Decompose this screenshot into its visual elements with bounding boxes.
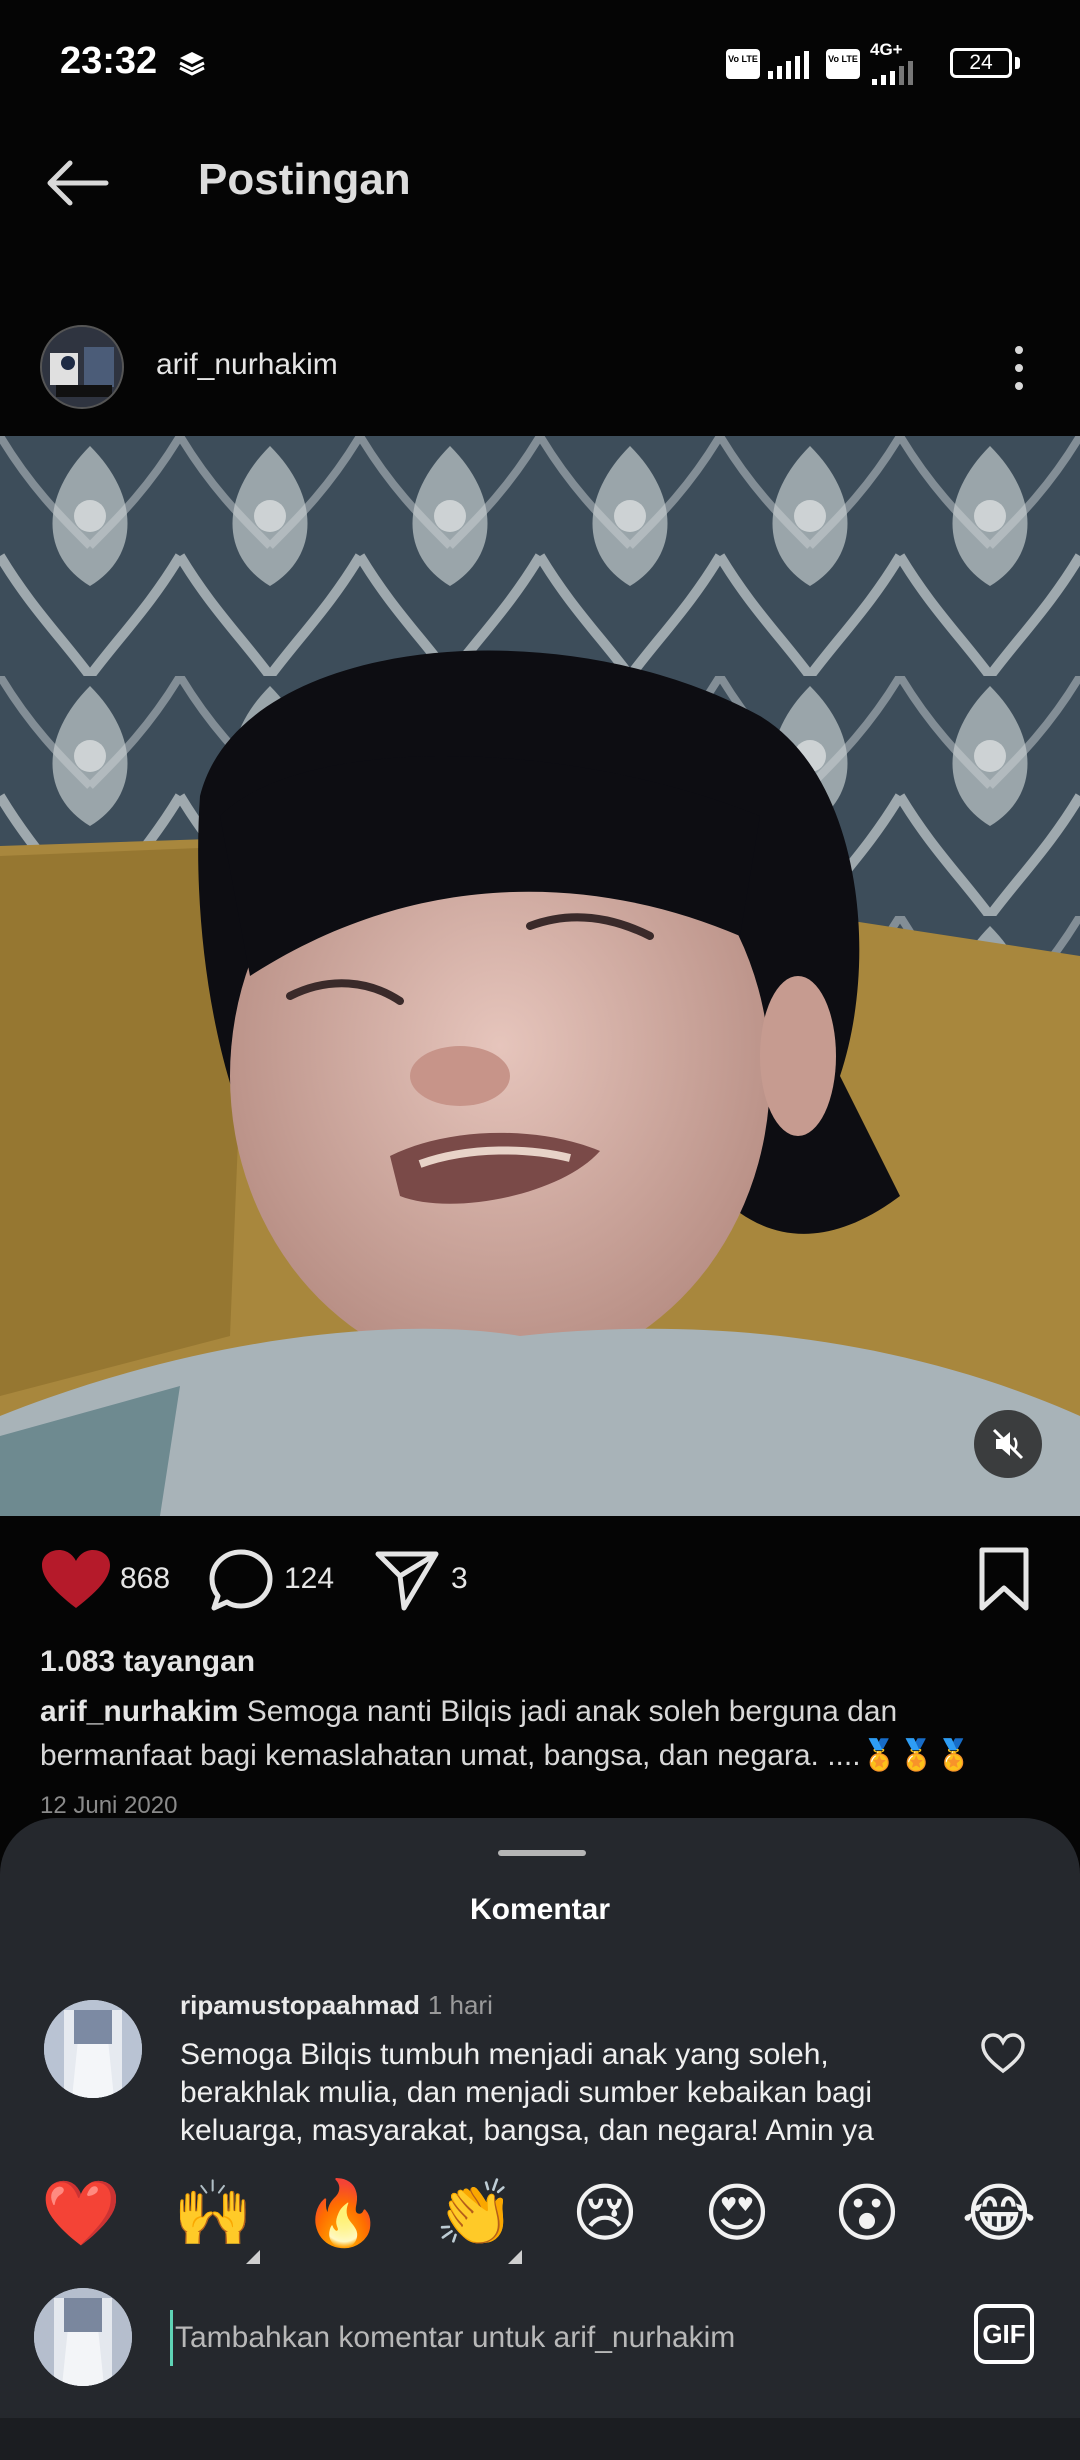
emoji-heart-eyes[interactable]: 😍 bbox=[692, 2168, 782, 2258]
author-avatar[interactable] bbox=[40, 325, 124, 409]
heart-outline-icon[interactable] bbox=[980, 2032, 1026, 2074]
gif-button[interactable]: GIF bbox=[974, 2304, 1034, 2364]
page-title: Postingan bbox=[198, 155, 411, 204]
comments-count[interactable]: 124 bbox=[284, 1562, 334, 1596]
emoji-fire[interactable]: 🔥 bbox=[298, 2168, 388, 2258]
system-navigation-bar bbox=[0, 2418, 1080, 2460]
comment-text: Semoga Bilqis tumbuh menjadi anak yang s… bbox=[180, 2038, 874, 2147]
author-username[interactable]: arif_nurhakim bbox=[156, 348, 338, 382]
shares-count[interactable]: 3 bbox=[451, 1562, 468, 1596]
comment-input[interactable] bbox=[170, 2310, 957, 2366]
mute-toggle-button[interactable] bbox=[974, 1410, 1042, 1478]
signal-bars-icon bbox=[768, 49, 809, 79]
commenter-avatar[interactable] bbox=[44, 2000, 142, 2098]
skin-tone-indicator bbox=[246, 2250, 260, 2264]
quick-emoji-row: ❤️ 🙌 🔥 👏 😢 😍 😮 😂 bbox=[0, 2168, 1080, 2268]
my-avatar[interactable] bbox=[34, 2288, 132, 2386]
arrow-left-icon[interactable] bbox=[42, 155, 112, 211]
volte-icon: Vo LTE bbox=[726, 49, 760, 79]
battery-tip bbox=[1015, 57, 1020, 69]
post-date: 12 Juni 2020 bbox=[40, 1792, 178, 1819]
send-icon[interactable] bbox=[374, 1548, 440, 1612]
video-frame-image bbox=[0, 436, 1080, 1516]
post-caption: arif_nurhakim Semoga nanti Bilqis jadi a… bbox=[40, 1690, 1040, 1778]
emoji-tears-of-joy[interactable]: 😂 bbox=[954, 2168, 1044, 2258]
comment-username[interactable]: ripamustopaahmad 1 hari bbox=[180, 1990, 493, 2021]
battery-icon: 24 bbox=[950, 48, 1012, 78]
caption-username[interactable]: arif_nurhakim bbox=[40, 1695, 238, 1728]
comment-time: 1 hari bbox=[427, 1990, 493, 2020]
post-video[interactable] bbox=[0, 436, 1080, 1516]
emoji-clapping-hands-glyph: 👏 bbox=[435, 2177, 515, 2249]
status-time: 23:32 bbox=[60, 40, 158, 82]
sheet-title: Komentar bbox=[469, 1893, 611, 1926]
volte-icon: Vo LTE bbox=[826, 49, 860, 79]
emoji-clapping-hands[interactable]: 👏 bbox=[430, 2168, 522, 2264]
emoji-crying[interactable]: 😢 bbox=[560, 2168, 650, 2258]
comment-icon[interactable] bbox=[206, 1546, 276, 1616]
more-vertical-icon[interactable] bbox=[1004, 340, 1034, 396]
signal-sim2-bars bbox=[864, 52, 913, 88]
speaker-muted-icon bbox=[992, 1428, 1024, 1460]
layers-icon bbox=[179, 52, 205, 76]
comment-username-text[interactable]: ripamustopaahmad bbox=[180, 1990, 420, 2020]
emoji-raising-hands[interactable]: 🙌 bbox=[168, 2168, 260, 2264]
likes-count[interactable]: 868 bbox=[120, 1562, 170, 1596]
signal-sim2: Vo LTE bbox=[826, 46, 860, 82]
signal-bars-icon bbox=[872, 55, 913, 85]
emoji-raising-hands-glyph: 🙌 bbox=[173, 2177, 253, 2249]
emoji-heart[interactable]: ❤️ bbox=[36, 2168, 126, 2258]
sheet-drag-handle[interactable] bbox=[498, 1850, 586, 1856]
bookmark-icon[interactable] bbox=[976, 1546, 1032, 1612]
skin-tone-indicator bbox=[508, 2250, 522, 2264]
emoji-surprised[interactable]: 😮 bbox=[822, 2168, 912, 2258]
heart-filled-icon[interactable] bbox=[40, 1548, 112, 1612]
signal-sim1: Vo LTE bbox=[726, 46, 809, 82]
views-count[interactable]: 1.083 tayangan bbox=[40, 1645, 255, 1679]
